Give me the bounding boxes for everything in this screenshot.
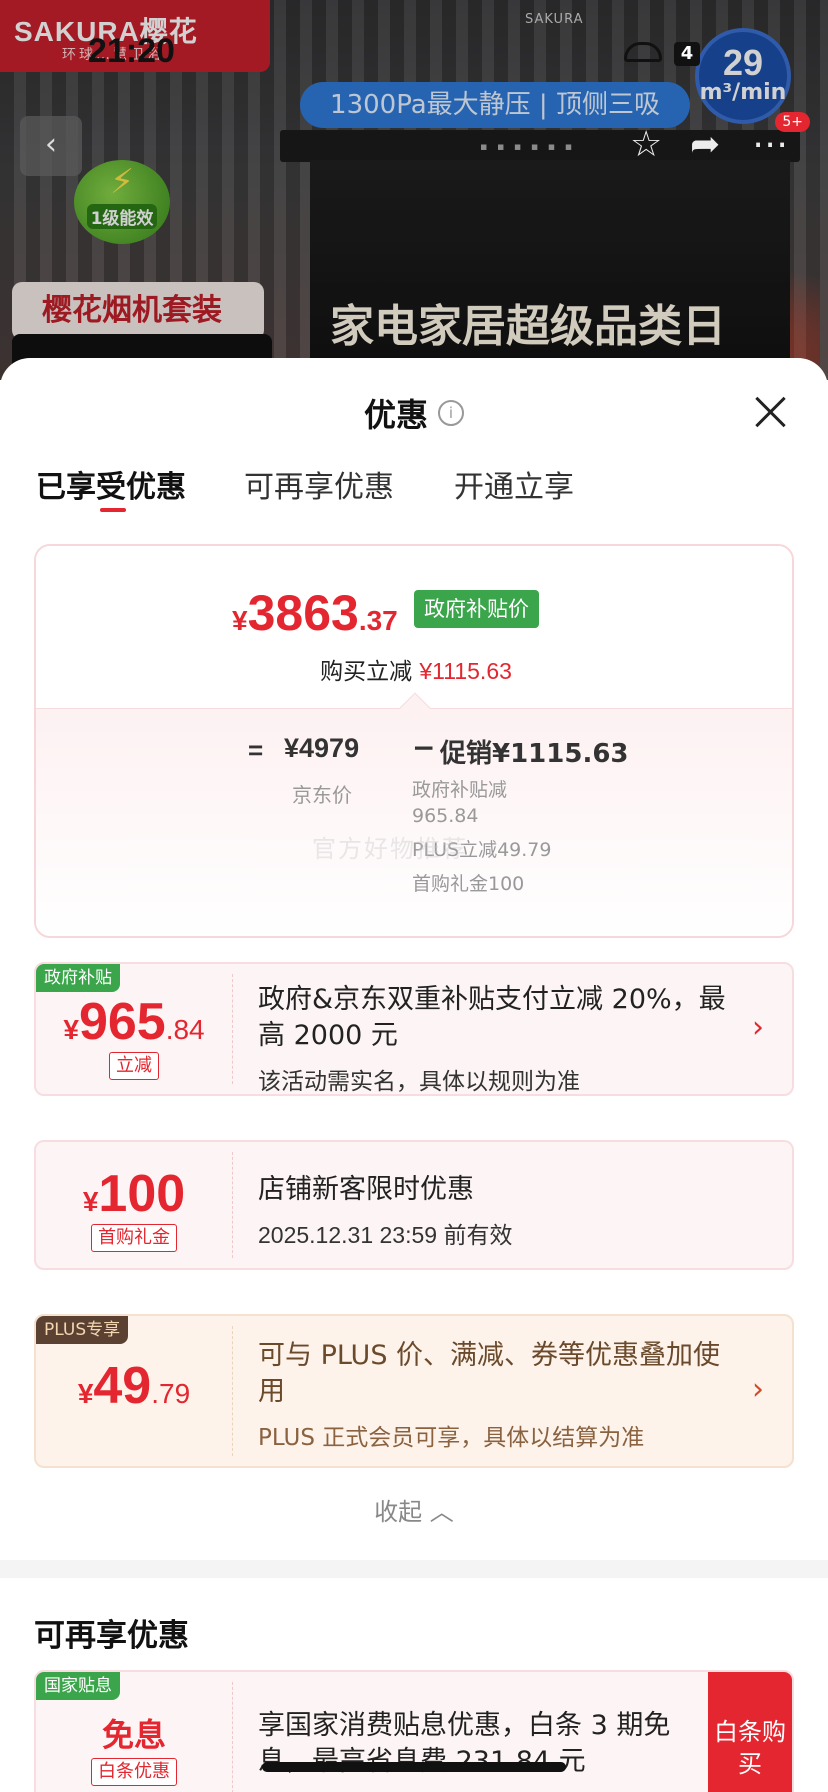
price-breakdown-card: ¥3863.37 政府补贴价 购买立减 ¥1115.63 = ¥4979 京东价… [34,544,794,938]
coupon-chip: 首购礼金 [36,1224,232,1252]
tab-enjoyed[interactable]: 已享受优惠 [36,462,186,506]
more-discounts-title: 可再享优惠 [34,1618,189,1654]
product-hero-background: ▪ ▪ ▪ ▪ ▪ ▪ SAKURA樱花 环球…慧卫浴 SAKURA 29 m³… [0,0,828,380]
tab-activate[interactable]: 开通立享 [454,462,574,506]
coupon-text: 可与 PLUS 价、满减、券等优惠叠加使用 PLUS 正式会员可享，具体以结算为… [258,1338,732,1452]
coupon-divider [232,974,233,1084]
final-price-decimal: .37 [358,605,398,636]
coupon-text: 店铺新客限时优惠 2025.12.31 23:59 前有效 [258,1172,732,1250]
chevron-right-icon[interactable]: › [752,1010,764,1045]
tab-more-available[interactable]: 可再享优惠 [244,462,394,506]
home-indicator [262,1762,566,1772]
promo-line-subsidy: 政府补贴减 965.84 [412,779,508,827]
section-gap [0,1560,828,1578]
promo-line-first-purchase: 首购礼金100 [412,873,525,895]
nav-actions: ☆ ➦ ⋯ 5+ [612,112,812,170]
coupon-amount: ¥965.84 [63,993,205,1051]
coupon-subtitle: 2025.12.31 23:59 前有效 [258,1222,513,1248]
coupon-subtitle: PLUS 正式会员可享，具体以结算为准 [258,1425,645,1451]
coupon-divider [232,1682,233,1792]
coupon-ribbon: 国家贴息 [36,1672,120,1700]
close-icon[interactable] [752,394,788,430]
coupon-text: 政府&京东双重补贴支付立减 20%，最高 2000 元 该活动需实名，具体以规则… [258,982,732,1095]
equals-sign: = [248,735,264,765]
instant-discount-amount: ¥1115.63 [419,658,512,684]
coupon-amount: ¥100 [82,1165,186,1223]
coupon-first-purchase[interactable]: ¥100 首购礼金 店铺新客限时优惠 2025.12.31 23:59 前有效 [34,1140,794,1270]
subsidy-price-tag: 政府补贴价 [414,590,539,628]
coupon-chip: 立减 [36,1052,232,1080]
coupon-subtitle: 该活动需实名，具体以规则为准 [258,1069,580,1095]
coupon-title: 可与 PLUS 价、满减、券等优惠叠加使用 [258,1340,721,1407]
coupon-amount: ¥49.79 [77,1357,191,1415]
discount-tabs: 已享受优惠 可再享优惠 开通立享 [36,462,796,522]
coupon-gov-subsidy[interactable]: 政府补贴 ¥965.84 立减 政府&京东双重补贴支付立减 20%，最高 200… [34,962,794,1096]
jd-price-label: 京东价 [292,783,352,807]
coupon-national-interest[interactable]: 国家贴息 免息 白条优惠 享国家消费贴息优惠，白条 3 期免息，最高省息费 23… [34,1670,794,1792]
price-formula-section: = ¥4979 京东价 − 促销¥1115.63 政府补贴减 965.84 PL… [36,708,792,936]
instant-discount-line: 购买立减 ¥1115.63 [320,658,512,685]
coupon-plus[interactable]: PLUS专享 ¥49.79 可与 PLUS 价、满减、券等优惠叠加使用 PLUS… [34,1314,794,1468]
info-icon[interactable]: i [438,400,464,426]
active-tab-indicator [100,508,126,512]
final-price-integer: 3863 [247,585,359,641]
final-price: ¥3863.37 [232,585,398,641]
final-price-section: ¥3863.37 政府补贴价 购买立减 ¥1115.63 [36,546,792,708]
jd-price: ¥4979 [284,733,360,763]
back-button[interactable]: ‹ [20,116,82,176]
coupon-amount-area: ¥100 首购礼金 [36,1142,232,1268]
collapse-button[interactable]: 收起 ︿ [0,1492,828,1527]
promotion-total: 促销¥1115.63 [440,739,629,769]
status-time: 21:20 [88,32,175,70]
favorite-star-icon[interactable]: ☆ [630,124,662,165]
chevron-right-icon[interactable]: › [752,1372,764,1407]
coupon-chip: 白条优惠 [36,1758,232,1786]
notification-badge: 5+ [775,112,810,132]
coupon-amount-area: 政府补贴 ¥965.84 立减 [36,964,232,1094]
coupon-divider [232,1326,233,1456]
wifi-icon [624,42,662,62]
coupon-amount-area: PLUS专享 ¥49.79 [36,1316,232,1466]
chevron-left-icon: ‹ [45,127,57,162]
coupon-ribbon: 政府补贴 [36,964,120,992]
coupon-amount-area: 国家贴息 免息 白条优惠 [36,1672,232,1792]
coupon-title: 店铺新客限时优惠 [258,1174,474,1205]
coupon-title: 政府&京东双重补贴支付立减 20%，最高 2000 元 [258,984,726,1051]
baitiao-buy-button[interactable]: 白条购买 [708,1672,792,1792]
sheet-title: 优惠 [363,396,428,434]
coupon-ribbon: PLUS专享 [36,1316,129,1344]
watermark: 官方好物推荐 [312,835,468,863]
discount-sheet: 优惠 i 已享受优惠 可再享优惠 开通立享 ¥3863.37 政府补贴价 购买立减… [0,358,828,1792]
battery-icon: 4 [674,42,700,66]
sheet-header: 优惠 i [0,390,828,436]
coupon-divider [232,1152,233,1258]
share-icon[interactable]: ➦ [690,124,720,165]
status-icons: 4 [624,42,708,66]
coupon-headline: 免息 [101,1716,166,1754]
